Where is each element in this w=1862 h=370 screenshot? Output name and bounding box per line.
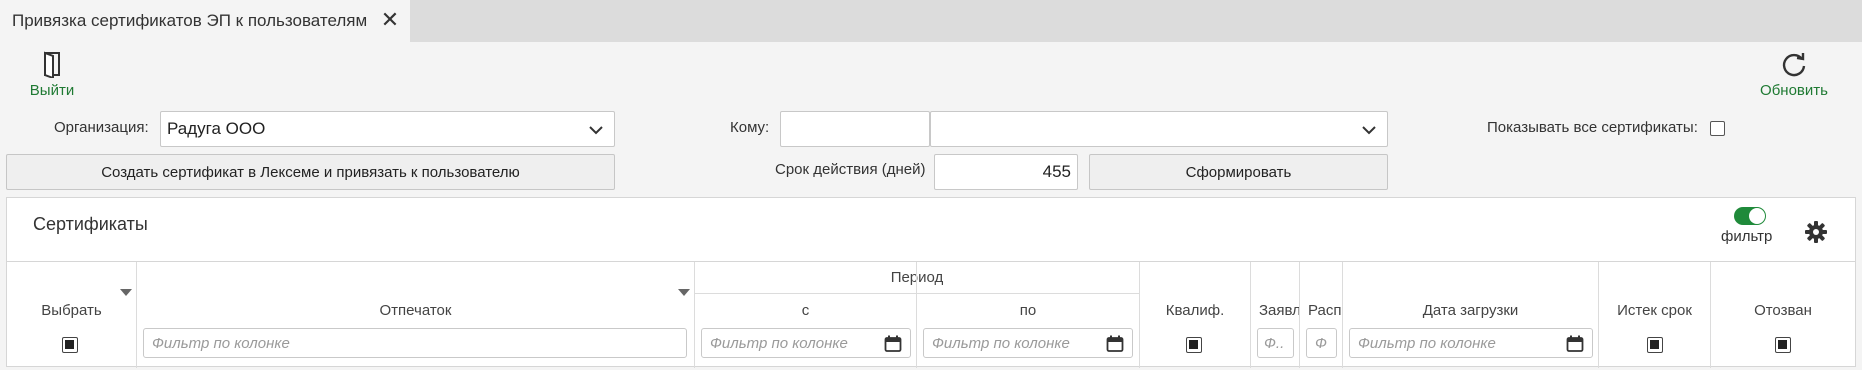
- to-user-select[interactable]: [930, 111, 1388, 147]
- qualified-filter-checkbox[interactable]: [1186, 337, 1202, 353]
- column-title: Выбрать: [41, 302, 102, 319]
- filter-placeholder: Фильтр по колонке: [932, 334, 1070, 352]
- column-fingerprint[interactable]: Отпечаток Фильтр по колонке: [137, 262, 695, 368]
- column-title: Квалиф.: [1165, 302, 1225, 319]
- to-user-input[interactable]: [780, 111, 930, 147]
- period-from-filter[interactable]: Фильтр по колонке: [701, 328, 911, 358]
- column-title: Отозван: [1754, 302, 1812, 319]
- panel-title: Сертификаты: [33, 214, 148, 234]
- column-upload-date[interactable]: Дата загрузки Фильтр по колонке: [1343, 262, 1599, 368]
- column-title: Заявл: [1259, 302, 1299, 319]
- column-distr[interactable]: Расп Ф: [1300, 262, 1343, 368]
- validity-input[interactable]: 455: [934, 154, 1078, 190]
- column-title: по: [1019, 302, 1037, 319]
- show-all-label: Показывать все сертификаты:: [1487, 119, 1698, 136]
- certificates-grid-header: Выбрать Отпечаток Фильтр по колонке Пери…: [7, 261, 1855, 368]
- exit-button[interactable]: Выйти: [20, 50, 84, 99]
- door-exit-icon: [44, 51, 60, 78]
- org-select[interactable]: Радуга ООО: [160, 111, 615, 147]
- tab-certificate-binding[interactable]: Привязка сертификатов ЭП к пользователям…: [0, 0, 410, 42]
- refresh-button[interactable]: Обновить: [1752, 50, 1836, 99]
- column-period-to[interactable]: по Фильтр по колонке: [917, 262, 1140, 368]
- column-request[interactable]: Заявл Ф..: [1251, 262, 1300, 368]
- calendar-icon[interactable]: [1106, 335, 1124, 353]
- column-qualified[interactable]: Квалиф.: [1140, 262, 1251, 368]
- gear-icon[interactable]: [1804, 220, 1828, 244]
- to-label: Кому:: [730, 119, 770, 136]
- validity-label: Срок действия (дней): [775, 161, 926, 178]
- request-filter[interactable]: Ф..: [1257, 328, 1294, 358]
- generate-button[interactable]: Сформировать: [1089, 154, 1388, 190]
- certificates-panel: Сертификаты фильтр Выбрать Отпечаток Фил…: [6, 197, 1856, 368]
- filter-toggle-label: фильтр: [1721, 228, 1773, 245]
- sort-arrow-icon[interactable]: [678, 289, 690, 296]
- column-title: с: [801, 302, 810, 319]
- calendar-icon[interactable]: [1566, 335, 1584, 353]
- filter-placeholder: Фильтр по колонке: [1358, 334, 1496, 352]
- column-select[interactable]: Выбрать: [7, 262, 137, 368]
- chevron-down-icon: [1362, 126, 1376, 135]
- column-title: Дата загрузки: [1422, 302, 1519, 319]
- filter-toggle[interactable]: [1734, 207, 1766, 225]
- calendar-icon[interactable]: [884, 335, 902, 353]
- filter-placeholder: Фильтр по колонке: [710, 334, 848, 352]
- tab-bar: Привязка сертификатов ЭП к пользователям…: [0, 0, 1862, 42]
- generate-label: Сформировать: [1185, 163, 1292, 181]
- revoked-filter-checkbox[interactable]: [1775, 337, 1791, 353]
- create-certificate-label: Создать сертификат в Лексеме и привязать…: [101, 163, 520, 181]
- column-title: Расп: [1308, 302, 1342, 319]
- validity-value: 455: [1042, 162, 1071, 181]
- refresh-icon: [1782, 53, 1806, 77]
- chevron-down-icon: [589, 126, 603, 135]
- close-icon[interactable]: ✕: [380, 9, 400, 31]
- column-period-from[interactable]: с Фильтр по колонке: [695, 262, 917, 368]
- org-label: Организация:: [54, 119, 149, 136]
- select-all-checkbox[interactable]: [62, 337, 78, 353]
- tab-title: Привязка сертификатов ЭП к пользователям: [12, 11, 368, 30]
- column-expired[interactable]: Истек срок: [1599, 262, 1711, 368]
- column-revoked[interactable]: Отозван: [1711, 262, 1855, 368]
- exit-label: Выйти: [29, 82, 75, 99]
- org-value: Радуга ООО: [167, 119, 266, 138]
- period-to-filter[interactable]: Фильтр по колонке: [923, 328, 1133, 358]
- show-all-checkbox[interactable]: [1710, 121, 1725, 136]
- distr-filter[interactable]: Ф: [1306, 328, 1337, 358]
- sort-arrow-icon[interactable]: [120, 289, 132, 296]
- refresh-label: Обновить: [1760, 82, 1828, 99]
- column-title: Отпечаток: [379, 302, 452, 319]
- upload-date-filter[interactable]: Фильтр по колонке: [1349, 328, 1593, 358]
- expired-filter-checkbox[interactable]: [1647, 337, 1663, 353]
- column-title: Истек срок: [1617, 302, 1692, 319]
- fingerprint-filter[interactable]: Фильтр по колонке: [143, 328, 687, 358]
- create-certificate-button[interactable]: Создать сертификат в Лексеме и привязать…: [6, 154, 615, 190]
